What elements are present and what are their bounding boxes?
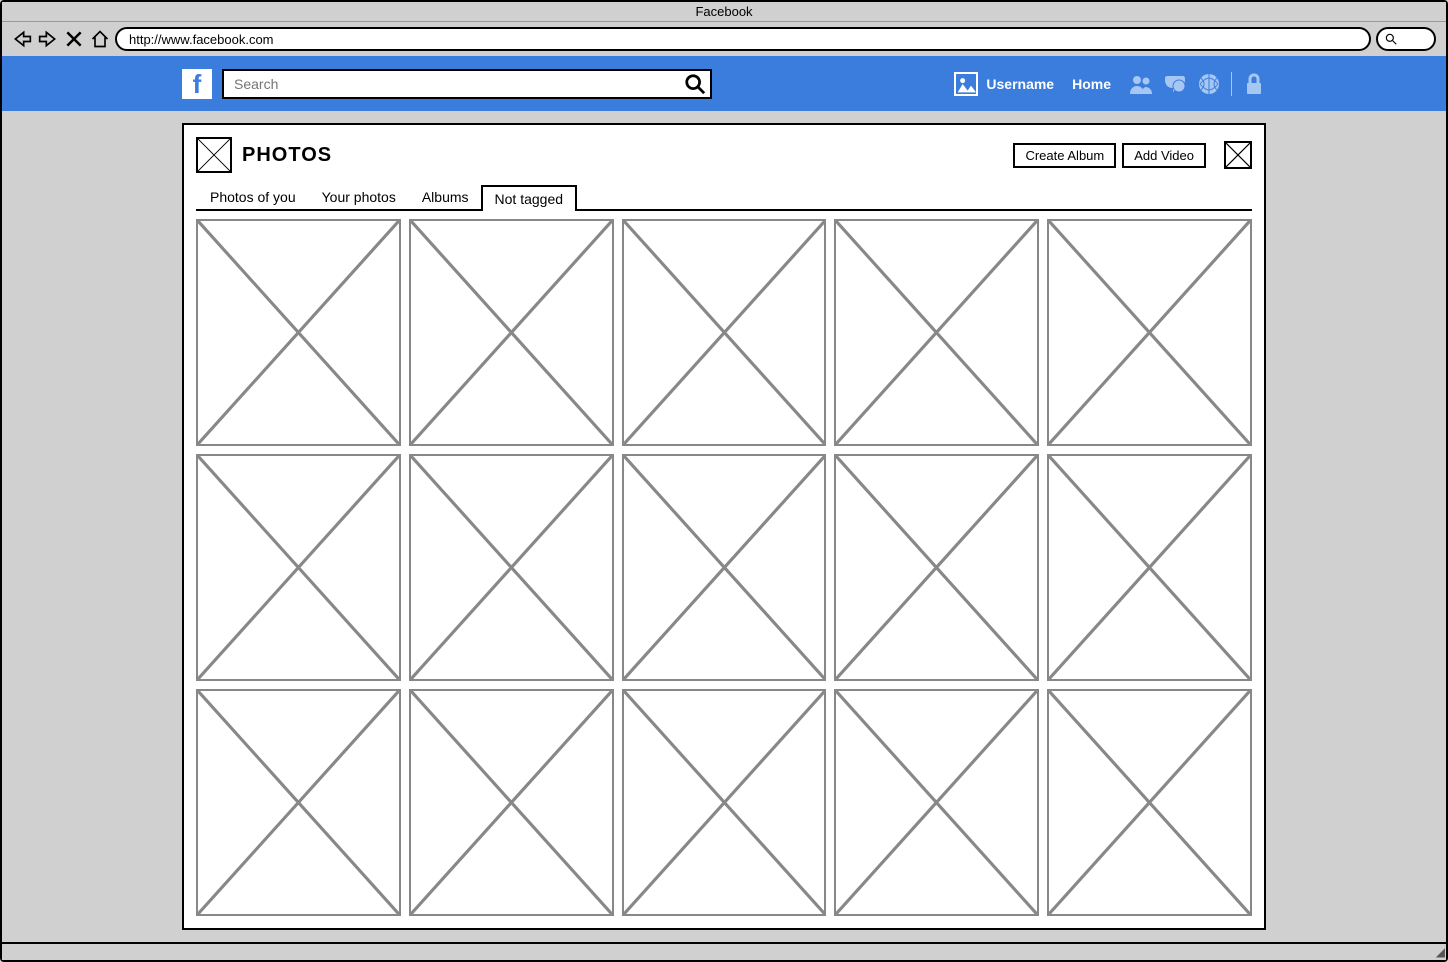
profile-link[interactable]: Username: [954, 72, 1054, 96]
url-input[interactable]: [115, 27, 1371, 51]
title-bar: Facebook: [2, 2, 1446, 22]
content-area: PHOTOS Create Album Add Video Photos of …: [2, 111, 1446, 942]
photo-thumbnail[interactable]: [196, 219, 401, 446]
photos-header: PHOTOS Create Album Add Video: [196, 137, 1252, 173]
resize-grip-icon[interactable]: ◢: [1436, 945, 1442, 959]
search-icon[interactable]: [684, 73, 706, 95]
header-divider: [1231, 72, 1232, 96]
photo-thumbnail[interactable]: [409, 454, 614, 681]
photo-thumbnail[interactable]: [1047, 454, 1252, 681]
tab-photos-of-you[interactable]: Photos of you: [196, 183, 310, 209]
forward-button[interactable]: [38, 29, 58, 49]
lock-icon[interactable]: [1242, 72, 1266, 96]
home-button[interactable]: [90, 29, 110, 49]
photo-thumbnail[interactable]: [834, 219, 1039, 446]
browser-nav-bar: [2, 22, 1446, 56]
photos-header-icon: [196, 137, 232, 173]
photo-thumbnail[interactable]: [834, 689, 1039, 916]
home-label: Home: [1072, 76, 1111, 92]
photo-thumbnail[interactable]: [409, 219, 614, 446]
photo-thumbnail[interactable]: [622, 219, 827, 446]
status-bar: ◢: [2, 942, 1446, 960]
messages-icon[interactable]: [1163, 72, 1187, 96]
window-title: Facebook: [695, 4, 752, 19]
photo-thumbnail[interactable]: [409, 689, 614, 916]
photo-thumbnail[interactable]: [622, 454, 827, 681]
browser-search-button[interactable]: [1376, 27, 1436, 51]
notifications-icon[interactable]: [1197, 72, 1221, 96]
photo-thumbnail[interactable]: [1047, 689, 1252, 916]
photo-grid: [196, 219, 1252, 916]
photo-thumbnail[interactable]: [196, 454, 401, 681]
facebook-logo[interactable]: f: [182, 69, 212, 99]
search-input[interactable]: [222, 69, 712, 99]
create-album-button[interactable]: Create Album: [1013, 143, 1116, 168]
home-link[interactable]: Home: [1072, 76, 1111, 92]
photos-title: PHOTOS: [242, 144, 332, 167]
browser-window: Facebook f: [0, 0, 1448, 962]
friends-icon[interactable]: [1129, 72, 1153, 96]
username-label: Username: [986, 76, 1054, 92]
facebook-header: f Username Home: [2, 56, 1446, 111]
back-button[interactable]: [12, 29, 32, 49]
photos-action-icon[interactable]: [1224, 141, 1252, 169]
tab-not-tagged[interactable]: Not tagged: [481, 185, 578, 211]
stop-button[interactable]: [64, 29, 84, 49]
photos-panel: PHOTOS Create Album Add Video Photos of …: [182, 123, 1266, 930]
add-video-button[interactable]: Add Video: [1122, 143, 1206, 168]
photo-thumbnail[interactable]: [834, 454, 1039, 681]
tab-your-photos[interactable]: Your photos: [308, 183, 410, 209]
profile-thumb-icon: [954, 72, 978, 96]
photo-thumbnail[interactable]: [622, 689, 827, 916]
tab-albums[interactable]: Albums: [408, 183, 483, 209]
photo-thumbnail[interactable]: [196, 689, 401, 916]
photo-thumbnail[interactable]: [1047, 219, 1252, 446]
photos-tabs: Photos of you Your photos Albums Not tag…: [196, 183, 1252, 211]
